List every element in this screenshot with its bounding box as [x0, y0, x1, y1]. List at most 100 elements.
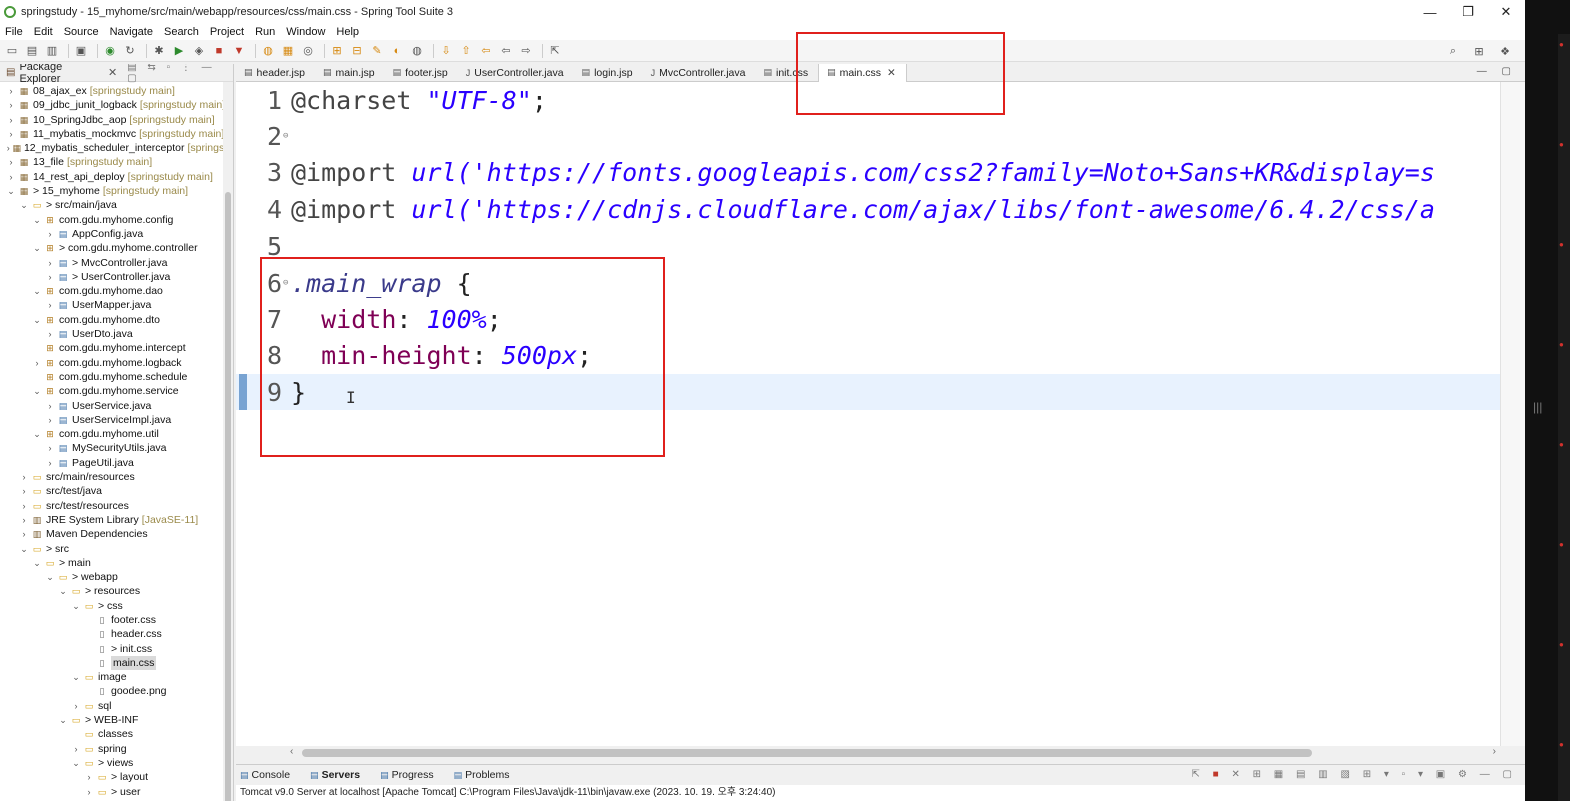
- editor-scrollbar-thumb[interactable]: [302, 749, 1312, 757]
- tree-item[interactable]: ⌄ ▭ > views: [0, 756, 233, 770]
- next-annotation-icon[interactable]: ⇩: [438, 43, 454, 59]
- stop-icon[interactable]: ■: [211, 43, 227, 59]
- tree-item[interactable]: ⌄ ⊞ com.gdu.myhome.dao: [0, 284, 233, 298]
- code-line[interactable]: 2 ⊖: [236, 118, 1500, 154]
- tree-item[interactable]: › ⊞ com.gdu.myhome.logback: [0, 356, 233, 370]
- chevron-right-icon[interactable]: ›: [45, 441, 55, 455]
- new-package-icon[interactable]: ▦: [280, 43, 296, 59]
- menu-file[interactable]: File: [5, 26, 23, 38]
- chevron-down-icon[interactable]: ⌄: [71, 670, 81, 684]
- chevron-right-icon[interactable]: ›: [6, 141, 10, 155]
- tree-item[interactable]: › ▦ 13_file [springstudy main]: [0, 155, 233, 169]
- spring-perspective-icon[interactable]: ❖: [1497, 43, 1513, 59]
- tree-item[interactable]: ⊞ com.gdu.myhome.intercept: [0, 341, 233, 355]
- editor-vertical-ruler[interactable]: [1500, 82, 1525, 746]
- open-perspective-icon[interactable]: ⊞: [1471, 43, 1487, 59]
- splitter-grip-icon[interactable]: |||: [1533, 400, 1542, 414]
- editor-minmax-icons[interactable]: — ▢: [1477, 66, 1517, 77]
- tree-item[interactable]: › ▤ UserMapper.java: [0, 298, 233, 312]
- tab-header-jsp[interactable]: ▤ header.jsp: [236, 64, 315, 82]
- chevron-right-icon[interactable]: ›: [45, 456, 55, 470]
- console-tab-progress[interactable]: ▤ Progress: [380, 769, 444, 781]
- terminal-icon[interactable]: ▣: [73, 43, 89, 59]
- menu-navigate[interactable]: Navigate: [110, 26, 153, 38]
- chevron-right-icon[interactable]: ›: [45, 256, 55, 270]
- chevron-down-icon[interactable]: ⌄: [45, 570, 55, 584]
- chevron-down-icon[interactable]: ⌄: [32, 556, 42, 570]
- tree-item[interactable]: › ▦ 08_ajax_ex [springstudy main]: [0, 84, 233, 98]
- fold-icon[interactable]: ⊖: [283, 131, 291, 141]
- chevron-right-icon[interactable]: ›: [19, 527, 29, 541]
- close-view-icon[interactable]: ✕: [108, 66, 117, 79]
- tree-item[interactable]: ▯ > init.css: [0, 642, 233, 656]
- chevron-right-icon[interactable]: ›: [84, 785, 94, 799]
- tree-item[interactable]: ⌄ ▭ > WEB-INF: [0, 713, 233, 727]
- menu-source[interactable]: Source: [64, 26, 99, 38]
- new-class-icon[interactable]: ◍: [260, 43, 276, 59]
- tab-login-jsp[interactable]: ▤ login.jsp: [574, 64, 643, 82]
- chevron-right-icon[interactable]: ›: [19, 484, 29, 498]
- tab-usercontroller-java[interactable]: J UserController.java: [458, 64, 574, 82]
- globe-icon[interactable]: ◍: [409, 43, 425, 59]
- tab-mvccontroller-java[interactable]: J MvcController.java: [643, 64, 756, 82]
- tree-item[interactable]: ⌄ ⊞ com.gdu.myhome.config: [0, 213, 233, 227]
- tree-item[interactable]: › ▦ 11_mybatis_mockmvc [springstudy main]: [0, 127, 233, 141]
- tree-item[interactable]: › ▦ 09_jdbc_junit_logback [springstudy main…: [0, 98, 233, 112]
- chevron-right-icon[interactable]: ›: [71, 699, 81, 713]
- open-type-icon[interactable]: ⊞: [329, 43, 345, 59]
- tree-item[interactable]: ⌄ ⊞ com.gdu.myhome.util: [0, 427, 233, 441]
- tree-item[interactable]: › ▤ PageUtil.java: [0, 456, 233, 470]
- menu-run[interactable]: Run: [255, 26, 275, 38]
- back-icon[interactable]: ⇦: [498, 43, 514, 59]
- menu-window[interactable]: Window: [286, 26, 325, 38]
- chevron-right-icon[interactable]: ›: [32, 356, 42, 370]
- new-wizard-icon[interactable]: ◎: [300, 43, 316, 59]
- chevron-down-icon[interactable]: ⌄: [71, 756, 81, 770]
- chevron-down-icon[interactable]: ⌄: [32, 241, 42, 255]
- editor-horizontal-scrollbar[interactable]: ‹ ›: [236, 746, 1500, 760]
- tree-item[interactable]: › ▭ sql: [0, 699, 233, 713]
- chevron-right-icon[interactable]: ›: [84, 770, 94, 784]
- tree-item[interactable]: › ▤ AppConfig.java: [0, 227, 233, 241]
- tree-item[interactable]: ▭ classes: [0, 727, 233, 741]
- chevron-down-icon[interactable]: ⌄: [32, 313, 42, 327]
- chevron-right-icon[interactable]: ›: [45, 413, 55, 427]
- scroll-left-icon[interactable]: ‹: [290, 746, 293, 757]
- code-editor[interactable]: 9} 8 min-height: 500px; 7 width: 100%; 6 ⊖ .m…: [236, 82, 1500, 746]
- chevron-right-icon[interactable]: ›: [45, 227, 55, 241]
- tree-item[interactable]: › ▤ > UserController.java: [0, 270, 233, 284]
- tree-item[interactable]: ⊞ com.gdu.myhome.schedule: [0, 370, 233, 384]
- chevron-right-icon[interactable]: ›: [45, 298, 55, 312]
- close-button[interactable]: ✕: [1487, 0, 1525, 24]
- refresh-icon[interactable]: ↻: [122, 43, 138, 59]
- tree-item[interactable]: › ▭ src/main/resources: [0, 470, 233, 484]
- server-icon[interactable]: ▼: [231, 43, 247, 59]
- tree-item[interactable]: › ▦ 10_SpringJdbc_aop [springstudy main]: [0, 113, 233, 127]
- tree-item[interactable]: ⌄ ▭ image: [0, 670, 233, 684]
- stop-server-icon[interactable]: ■: [1213, 769, 1224, 780]
- chevron-right-icon[interactable]: ›: [45, 270, 55, 284]
- chevron-right-icon[interactable]: ›: [6, 170, 16, 184]
- tree-item[interactable]: › ▭ src/test/java: [0, 484, 233, 498]
- chevron-down-icon[interactable]: ⌄: [32, 427, 42, 441]
- tree-item[interactable]: › ▭ src/test/resources: [0, 499, 233, 513]
- tree-item[interactable]: › ▤ MySecurityUtils.java: [0, 441, 233, 455]
- tree-item[interactable]: ▯ goodee.png: [0, 684, 233, 698]
- tree-item[interactable]: ⌄ ▦ > 15_myhome [springstudy main]: [0, 184, 233, 198]
- tree-item[interactable]: › ▤ UserDto.java: [0, 327, 233, 341]
- chevron-down-icon[interactable]: ⌄: [32, 213, 42, 227]
- chevron-down-icon[interactable]: ⌄: [58, 713, 68, 727]
- tree-item[interactable]: ⌄ ▭ > css: [0, 599, 233, 613]
- explorer-scrollbar[interactable]: [223, 82, 233, 801]
- console-tab-problems[interactable]: ▤ Problems: [454, 769, 520, 781]
- last-edit-icon[interactable]: ⇦: [478, 43, 494, 59]
- run-external-icon[interactable]: ◈: [191, 43, 207, 59]
- chevron-down-icon[interactable]: ⌄: [58, 584, 68, 598]
- scroll-right-icon[interactable]: ›: [1493, 746, 1496, 757]
- menu-edit[interactable]: Edit: [34, 26, 53, 38]
- tree-item[interactable]: ⌄ ▭ > src: [0, 542, 233, 556]
- tree-item[interactable]: ⌄ ⊞ > com.gdu.myhome.controller: [0, 241, 233, 255]
- new-icon[interactable]: ▭: [4, 43, 20, 59]
- minimize-button[interactable]: —: [1411, 0, 1449, 24]
- chevron-right-icon[interactable]: ›: [19, 513, 29, 527]
